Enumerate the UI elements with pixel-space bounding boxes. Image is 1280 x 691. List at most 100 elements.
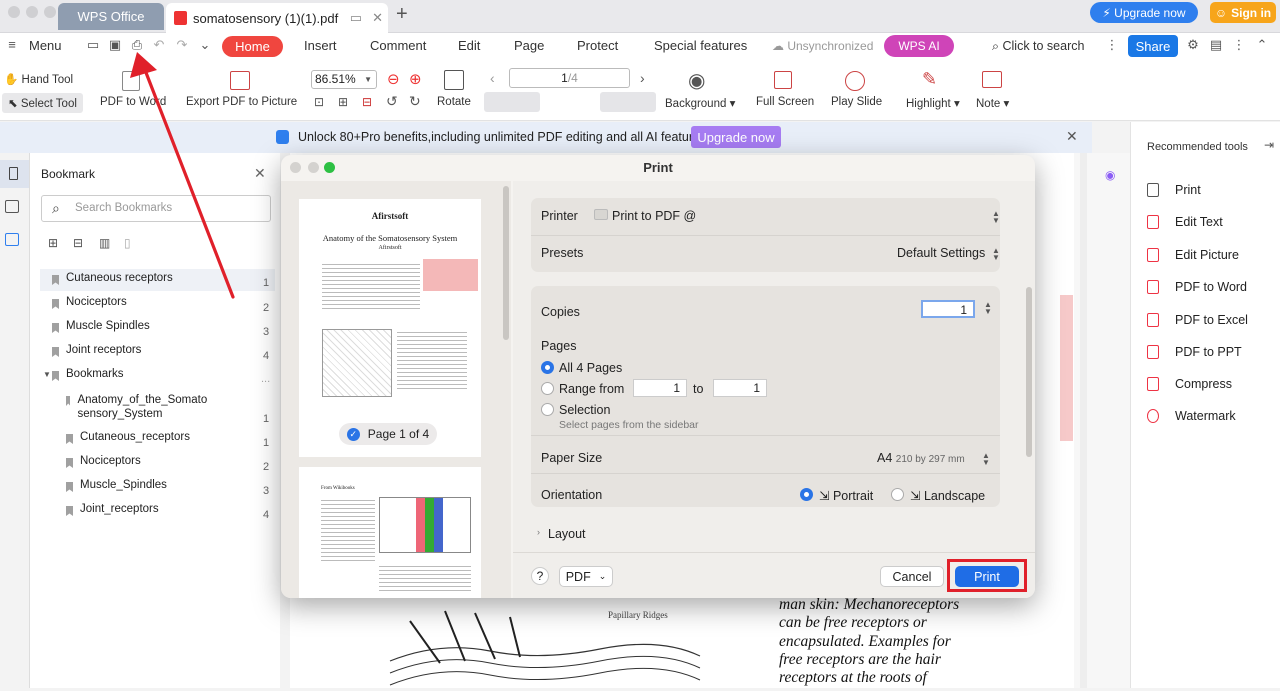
bookmark-item[interactable]: Cutaneous receptors <box>52 272 173 285</box>
tab-edit[interactable]: Edit <box>458 38 480 53</box>
bookmark-item[interactable]: Nociceptors <box>66 455 141 468</box>
more-vertical-icon[interactable]: ⋮ <box>1104 37 1120 53</box>
rotate-left-icon[interactable]: ↺ <box>386 93 398 110</box>
continuous-view-button[interactable] <box>600 92 656 112</box>
tab-protect[interactable]: Protect <box>577 38 618 53</box>
delete-bookmark-icon[interactable]: ▯ <box>124 236 131 250</box>
tab-page[interactable]: Page <box>514 38 544 53</box>
more-vertical-icon-2[interactable]: ⋮ <box>1231 37 1247 53</box>
window-zoom-button[interactable] <box>44 6 56 18</box>
gear-icon[interactable]: ⚙ <box>1185 37 1201 53</box>
collapse-ribbon-icon[interactable]: ⌃ <box>1254 37 1270 53</box>
window-close-button[interactable] <box>8 6 20 18</box>
search-bookmarks-input[interactable]: Search Bookmarks <box>41 195 271 222</box>
close-tab-icon[interactable]: ✕ <box>372 10 383 26</box>
settings-scrollbar[interactable] <box>1026 287 1032 457</box>
tab-comment[interactable]: Comment <box>370 38 426 53</box>
close-banner-icon[interactable]: ✕ <box>1066 128 1078 145</box>
note-icon[interactable] <box>982 71 1002 88</box>
collapse-arrow-icon[interactable]: ▼ <box>43 370 51 379</box>
note-button[interactable]: Note ▾ <box>976 96 1009 110</box>
paper-size-arrows-icon[interactable]: ▲ ▼ <box>981 452 991 467</box>
vertical-scrollbar[interactable] <box>1080 153 1087 688</box>
range-start-input[interactable]: 1 <box>633 379 687 397</box>
page-number-input[interactable]: 1/4 <box>509 68 630 88</box>
printer-select-arrows-icon[interactable]: ▲ ▼ <box>991 210 1001 225</box>
bookmark-item[interactable]: Nociceptors <box>52 296 127 309</box>
layout-disclosure[interactable]: Layout <box>548 527 586 541</box>
page-thumbnail-1[interactable]: Afirstsoft Anatomy of the Somatosensory … <box>299 199 481 457</box>
rotate-icon[interactable] <box>444 70 464 90</box>
highlight-icon[interactable]: ✎ <box>922 69 937 90</box>
bookmark-item[interactable]: Cutaneous_receptors <box>66 431 190 444</box>
fit-width-icon[interactable]: ⊟ <box>362 95 372 109</box>
paper-size-select[interactable]: A4 210 by 297 mm <box>877 451 965 465</box>
single-page-view-button[interactable] <box>484 92 540 112</box>
tool-edit-text[interactable]: Edit Text <box>1147 215 1223 229</box>
next-page-icon[interactable]: › <box>640 70 645 86</box>
actual-size-icon[interactable]: ⊡ <box>314 95 324 109</box>
window-minimize-button[interactable] <box>26 6 38 18</box>
zoom-select[interactable]: 86.51% ▼ <box>311 70 377 89</box>
print-button[interactable]: Print <box>955 566 1019 587</box>
full-screen-icon[interactable] <box>774 71 792 89</box>
tab-document[interactable]: somatosensory (1)(1).pdf ▭ ✕ <box>166 3 388 33</box>
new-tab-button[interactable]: + <box>396 3 408 26</box>
portrait-radio[interactable] <box>800 488 813 501</box>
export-pdf-to-picture-button[interactable]: Export PDF to Picture <box>186 96 297 108</box>
hamburger-icon[interactable]: ≡ <box>4 37 20 53</box>
bookmark-item[interactable]: Muscle Spindles <box>52 320 150 333</box>
dialog-close-button[interactable] <box>290 162 301 173</box>
comment-icon[interactable]: ▤ <box>1208 37 1224 53</box>
sign-in-button[interactable]: ☺ Sign in <box>1210 2 1276 23</box>
prev-page-icon[interactable]: ‹ <box>490 70 495 86</box>
add-child-bookmark-icon[interactable]: ⊟ <box>73 236 83 250</box>
page-thumbnail-2[interactable]: From Wikibooks <box>299 467 481 598</box>
close-panel-icon[interactable]: ✕ <box>254 165 266 182</box>
tab-popout-icon[interactable]: ▭ <box>350 10 362 26</box>
selection-radio[interactable] <box>541 403 554 416</box>
upgrade-now-button[interactable]: ⚡ Upgrade now <box>1090 2 1198 23</box>
save-icon[interactable]: ▣ <box>107 37 123 53</box>
dialog-minimize-button[interactable] <box>308 162 319 173</box>
ai-assistant-icon[interactable]: ◉ <box>1105 168 1115 182</box>
presets-select[interactable]: Default Settings <box>897 246 985 260</box>
select-tool-button[interactable]: ⬉ Select Tool <box>2 93 83 113</box>
tool-compress[interactable]: Compress <box>1147 377 1232 391</box>
export-picture-icon[interactable] <box>230 71 250 90</box>
highlight-button[interactable]: Highlight ▾ <box>906 96 960 110</box>
menu-button[interactable]: Menu <box>29 38 62 53</box>
preview-scrollbar[interactable] <box>503 186 509 340</box>
background-icon[interactable]: ◉ <box>688 68 705 93</box>
collapse-panel-icon[interactable]: ⇥ <box>1264 138 1274 152</box>
rotate-button[interactable]: Rotate <box>437 96 471 108</box>
range-radio[interactable] <box>541 382 554 395</box>
quick-access-dropdown-icon[interactable]: ⌄ <box>197 37 213 53</box>
undo-icon[interactable]: ↶ <box>151 37 167 53</box>
help-button[interactable]: ? <box>531 567 549 585</box>
background-button[interactable]: Background ▾ <box>665 96 735 110</box>
two-page-view-button[interactable] <box>544 92 596 112</box>
pdf-menu-button[interactable]: PDF ⌄ <box>559 566 613 587</box>
banner-upgrade-button[interactable]: Upgrade now <box>691 126 781 148</box>
play-slide-button[interactable]: Play Slide <box>831 96 882 108</box>
add-bookmark-icon[interactable]: ⊞ <box>48 236 58 250</box>
copies-input[interactable]: 1 <box>921 300 975 318</box>
tab-home[interactable]: Home <box>222 36 283 57</box>
tab-insert[interactable]: Insert <box>304 38 337 53</box>
dialog-zoom-button[interactable] <box>324 162 335 173</box>
tool-pdf-to-excel[interactable]: PDF to Excel <box>1147 313 1248 327</box>
zoom-out-icon[interactable]: ⊖ <box>387 70 400 88</box>
pdf-to-word-button[interactable]: PDF to Word <box>100 96 166 108</box>
copies-stepper[interactable]: ▲ ▼ <box>983 301 993 316</box>
hand-tool-button[interactable]: ✋ Hand Tool <box>4 72 73 86</box>
tab-special-features[interactable]: Special features <box>654 38 747 53</box>
rotate-right-icon[interactable]: ↻ <box>409 93 421 110</box>
all-pages-radio[interactable] <box>541 361 554 374</box>
redo-icon[interactable]: ↷ <box>174 37 190 53</box>
cancel-button[interactable]: Cancel <box>880 566 944 587</box>
open-folder-icon[interactable]: ▭ <box>85 37 101 53</box>
thumbnail-icon[interactable] <box>5 200 19 213</box>
word-icon[interactable] <box>5 233 19 246</box>
bookmark-item[interactable]: Muscle_Spindles <box>66 479 167 492</box>
